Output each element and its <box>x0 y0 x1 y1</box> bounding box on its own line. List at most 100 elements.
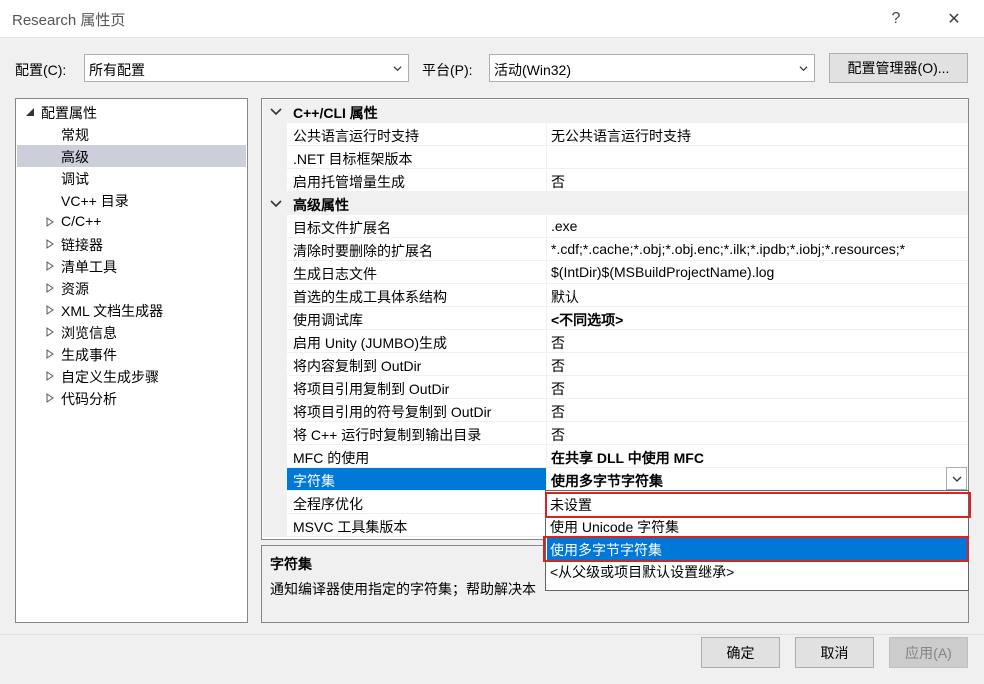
tree-item-label: 链接器 <box>61 237 103 253</box>
tree-item-label: 常规 <box>61 127 89 143</box>
apply-button[interactable]: 应用(A) <box>889 637 968 668</box>
tree-item-resources[interactable]: 资源 <box>17 277 246 299</box>
category-label: 高级属性 <box>293 197 349 213</box>
property-row-target-extension[interactable]: 目标文件扩展名 .exe <box>263 215 968 238</box>
collapsed-triangle-icon[interactable] <box>45 261 55 271</box>
tree-item-label: 清单工具 <box>61 259 117 275</box>
tree-item-manifest-tool[interactable]: 清单工具 <box>17 255 246 277</box>
property-tree[interactable]: 配置属性 常规 高级 调试 VC++ 目录 C/C++ 链接器 清单工具 资源 … <box>15 98 248 623</box>
property-row-unity-build[interactable]: 启用 Unity (JUMBO)生成否 <box>263 330 968 353</box>
property-name: 使用调试库 <box>287 307 547 330</box>
help-button[interactable]: ? <box>876 4 916 34</box>
property-value[interactable]: 否 <box>547 169 968 192</box>
property-name: 生成日志文件 <box>287 261 547 284</box>
property-value[interactable]: $(IntDir)$(MSBuildProjectName).log <box>547 261 968 284</box>
property-row-copy-content-outdir[interactable]: 将内容复制到 OutDir 否 <box>263 353 968 376</box>
chevron-down-icon <box>393 66 402 72</box>
property-value[interactable]: 使用多字节字符集 <box>547 468 968 491</box>
property-value[interactable]: 否 <box>547 330 968 353</box>
config-select[interactable]: 所有配置 <box>84 54 409 82</box>
platform-label: 平台(P): <box>422 62 473 78</box>
tree-item-debugging[interactable]: 调试 <box>17 167 246 189</box>
property-name: 首选的生成工具体系结构 <box>287 284 547 307</box>
tree-item-label: C/C++ <box>61 213 102 229</box>
category-label: C++/CLI 属性 <box>293 105 378 121</box>
property-row-extensions-to-delete[interactable]: 清除时要删除的扩展名 *.cdf;*.cache;*.obj;*.obj.enc;… <box>263 238 968 261</box>
property-value[interactable]: 在共享 DLL 中使用 MFC <box>547 445 968 468</box>
cancel-button[interactable]: 取消 <box>795 637 874 668</box>
property-name: MSVC 工具集版本 <box>287 514 547 537</box>
property-name: 启用托管增量生成 <box>287 169 547 192</box>
tree-item-linker[interactable]: 链接器 <box>17 233 246 255</box>
tree-item-custom-build-step[interactable]: 自定义生成步骤 <box>17 365 246 387</box>
property-name: 启用 Unity (JUMBO)生成 <box>287 330 547 353</box>
tree-item-label: 代码分析 <box>61 391 117 407</box>
property-row-preferred-toolset-arch[interactable]: 首选的生成工具体系结构 默认 <box>263 284 968 307</box>
property-value[interactable]: 无公共语言运行时支持 <box>547 123 968 146</box>
tree-item-label: 高级 <box>61 149 89 165</box>
category-cpp-cli[interactable]: C++/CLI 属性 <box>263 100 968 123</box>
character-set-dropdown-button[interactable] <box>946 467 967 490</box>
expanded-triangle-icon[interactable] <box>25 107 35 117</box>
option-inherit[interactable]: <从父级或项目默认设置继承> <box>547 560 967 582</box>
tree-item-config-properties[interactable]: 配置属性 <box>17 101 246 123</box>
property-row-use-of-mfc[interactable]: MFC 的使用 在共享 DLL 中使用 MFC <box>263 445 968 468</box>
property-value[interactable]: 否 <box>547 376 968 399</box>
window-title: Research 属性页 <box>12 12 126 29</box>
config-select-value: 所有配置 <box>89 62 145 78</box>
tree-item-browse-info[interactable]: 浏览信息 <box>17 321 246 343</box>
tree-item-label: VC++ 目录 <box>61 193 129 209</box>
collapse-chevron-icon[interactable] <box>270 107 282 116</box>
property-name: 全程序优化 <box>287 491 547 514</box>
collapsed-triangle-icon[interactable] <box>45 371 55 381</box>
collapsed-triangle-icon[interactable] <box>45 349 55 359</box>
option-multibyte[interactable]: 使用多字节字符集 <box>547 538 967 560</box>
close-button[interactable]: ✕ <box>934 4 974 34</box>
tree-item-advanced[interactable]: 高级 <box>17 145 246 167</box>
tree-item-build-events[interactable]: 生成事件 <box>17 343 246 365</box>
tree-item-code-analysis[interactable]: 代码分析 <box>17 387 246 409</box>
property-value[interactable]: 否 <box>547 353 968 376</box>
collapsed-triangle-icon[interactable] <box>45 305 55 315</box>
property-row-copy-project-refs-outdir[interactable]: 将项目引用复制到 OutDir 否 <box>263 376 968 399</box>
property-row-use-debug-libraries[interactable]: 使用调试库 <不同选项> <box>263 307 968 330</box>
property-value[interactable]: 否 <box>547 422 968 445</box>
collapsed-triangle-icon[interactable] <box>45 217 55 227</box>
property-name: .NET 目标框架版本 <box>287 146 547 169</box>
tree-item-xml-doc-generator[interactable]: XML 文档生成器 <box>17 299 246 321</box>
property-value[interactable]: *.cdf;*.cache;*.obj;*.obj.enc;*.ilk;*.ip… <box>547 238 968 261</box>
character-set-dropdown-list[interactable]: 未设置 使用 Unicode 字符集 使用多字节字符集 <从父级或项目默认设置继… <box>545 490 969 591</box>
property-value[interactable]: .exe <box>547 215 968 238</box>
platform-select[interactable]: 活动(Win32) <box>489 54 815 82</box>
config-manager-button[interactable]: 配置管理器(O)... <box>829 53 968 83</box>
property-name: 字符集 <box>287 468 547 491</box>
property-row-build-log-file[interactable]: 生成日志文件 $(IntDir)$(MSBuildProjectName).log <box>263 261 968 284</box>
collapsed-triangle-icon[interactable] <box>45 327 55 337</box>
property-grid[interactable]: C++/CLI 属性 公共语言运行时支持 无公共语言运行时支持 .NET 目标框架… <box>261 98 969 540</box>
description-title: 字符集 <box>270 556 312 572</box>
tree-item-label: 调试 <box>61 171 89 187</box>
collapsed-triangle-icon[interactable] <box>45 283 55 293</box>
collapse-chevron-icon[interactable] <box>270 199 282 208</box>
tree-item-c-cpp[interactable]: C/C++ <box>17 211 246 233</box>
ok-button[interactable]: 确定 <box>701 637 780 668</box>
property-value[interactable]: <不同选项> <box>547 307 968 330</box>
property-name: 将内容复制到 OutDir <box>287 353 547 376</box>
collapsed-triangle-icon[interactable] <box>45 239 55 249</box>
property-value[interactable] <box>547 146 968 169</box>
tree-item-general[interactable]: 常规 <box>17 123 246 145</box>
property-value[interactable]: 否 <box>547 399 968 422</box>
property-row-net-target-framework[interactable]: .NET 目标框架版本 <box>263 146 968 169</box>
tree-item-vc-directories[interactable]: VC++ 目录 <box>17 189 246 211</box>
property-value[interactable]: 默认 <box>547 284 968 307</box>
property-row-managed-incremental-build[interactable]: 启用托管增量生成否 <box>263 169 968 192</box>
property-row-copy-cpp-runtime[interactable]: 将 C++ 运行时复制到输出目录否 <box>263 422 968 445</box>
property-row-clr-support[interactable]: 公共语言运行时支持 无公共语言运行时支持 <box>263 123 968 146</box>
collapsed-triangle-icon[interactable] <box>45 393 55 403</box>
option-unicode[interactable]: 使用 Unicode 字符集 <box>547 515 967 537</box>
property-row-copy-project-ref-symbols[interactable]: 将项目引用的符号复制到 OutDir 否 <box>263 399 968 422</box>
property-row-character-set[interactable]: 字符集 使用多字节字符集 <box>263 468 968 491</box>
category-advanced[interactable]: 高级属性 <box>263 192 968 215</box>
property-name: 将项目引用复制到 OutDir <box>287 376 547 399</box>
option-not-set[interactable]: 未设置 <box>547 493 967 515</box>
